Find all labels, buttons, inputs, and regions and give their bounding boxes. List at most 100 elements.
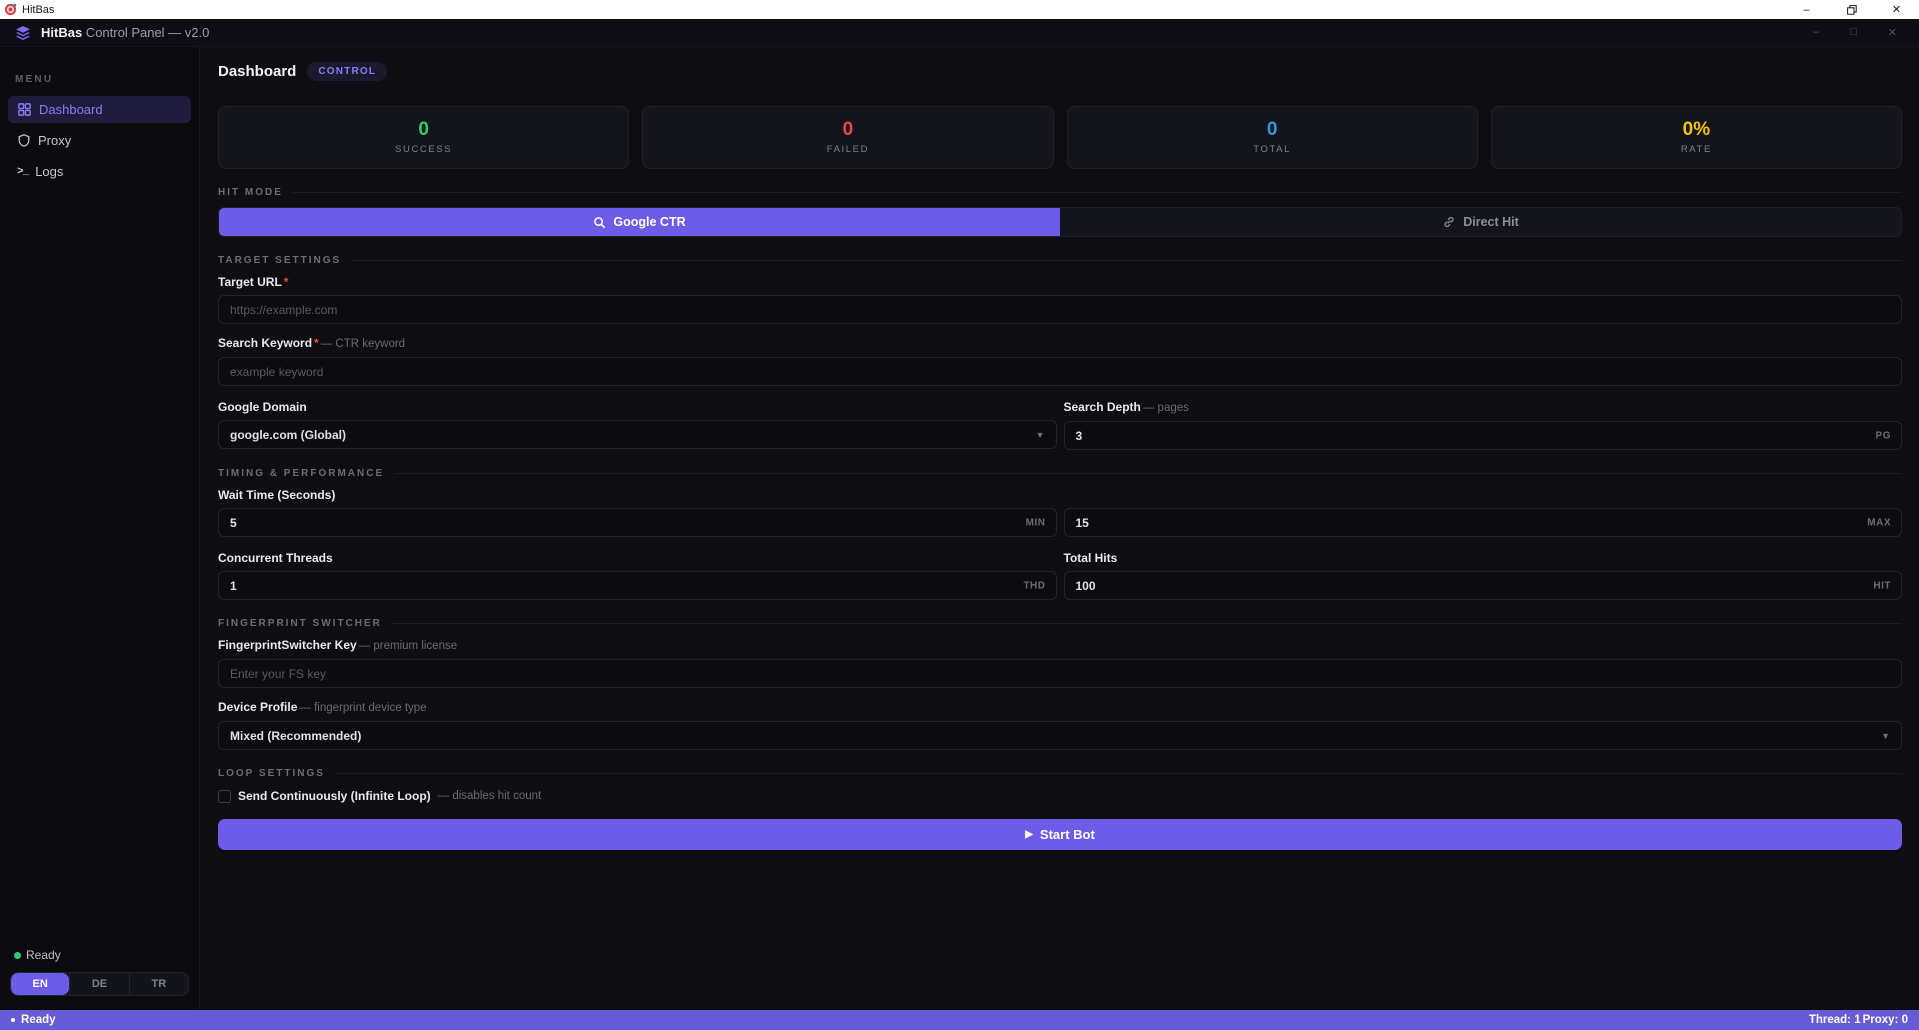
divider — [293, 192, 1902, 193]
search-icon — [593, 216, 606, 229]
status-dot-icon — [11, 1018, 15, 1022]
device-profile-label: Device Profile — fingerprint device type — [218, 700, 1902, 716]
close-icon[interactable]: ✕ — [1888, 26, 1897, 39]
os-titlebar: HitBas – ✕ — [0, 0, 1919, 19]
concurrent-threads-field: Concurrent Threads THD — [218, 551, 1057, 600]
sidebar-item-label: Proxy — [38, 133, 71, 148]
infinite-loop-option: Send Continuously (Infinite Loop) — disa… — [218, 788, 1902, 804]
concurrent-threads-input[interactable] — [218, 571, 1057, 600]
section-timing: TIMING & PERFORMANCE — [218, 468, 1902, 479]
language-button-en[interactable]: EN — [11, 973, 69, 995]
minimize-icon[interactable]: – — [1784, 0, 1829, 19]
direct-hit-mode-button[interactable]: Direct Hit — [1060, 208, 1901, 236]
divider — [351, 260, 1902, 261]
control-badge: CONTROL — [307, 62, 387, 81]
language-button-tr[interactable]: TR — [129, 973, 188, 995]
os-window-controls: – ✕ — [1784, 0, 1919, 19]
section-target-settings: TARGET SETTINGS — [218, 255, 1902, 266]
required-marker — [284, 275, 289, 290]
section-fingerprint: FINGERPRINT SWITCHER — [218, 618, 1902, 629]
main-content: Dashboard CONTROL 0 SUCCESS 0 FAILED 0 T… — [200, 47, 1919, 1010]
wait-time-max-input[interactable] — [1064, 508, 1903, 537]
target-url-input[interactable] — [218, 295, 1902, 324]
required-marker — [314, 336, 319, 351]
sidebar-item-dashboard[interactable]: Dashboard — [8, 96, 191, 123]
infinite-loop-hint: — disables hit count — [438, 788, 542, 804]
language-switcher: EN DE TR — [10, 972, 189, 996]
rate-label: RATE — [1681, 144, 1712, 155]
stat-card-success: 0 SUCCESS — [218, 106, 629, 169]
shield-icon — [17, 133, 31, 148]
search-depth-label: Search Depth — pages — [1064, 400, 1903, 416]
app-title: HitBas Control Panel — v2.0 — [41, 25, 209, 40]
maximize-icon[interactable]: □ — [1850, 26, 1857, 39]
sidebar-status-text: Ready — [26, 948, 61, 962]
sidebar-item-proxy[interactable]: Proxy — [8, 127, 191, 154]
sidebar-item-logs[interactable]: >_ Logs — [8, 158, 191, 185]
stat-card-total: 0 TOTAL — [1067, 106, 1478, 169]
stats-row: 0 SUCCESS 0 FAILED 0 TOTAL 0% RATE — [218, 106, 1902, 169]
fs-key-label: FingerprintSwitcher Key — premium licens… — [218, 638, 1902, 654]
close-icon[interactable]: ✕ — [1874, 0, 1919, 19]
menu-section-label: MENU — [15, 74, 184, 85]
sidebar-status: Ready — [14, 948, 185, 962]
infinite-loop-label: Send Continuously (Infinite Loop) — [238, 788, 431, 804]
rate-value: 0% — [1683, 120, 1710, 139]
link-icon — [1442, 215, 1456, 229]
stat-card-failed: 0 FAILED — [642, 106, 1053, 169]
google-domain-select[interactable]: google.com (Global) ▼ — [218, 420, 1057, 449]
page-title: Dashboard — [218, 63, 296, 80]
proxy-count: Proxy: 0 — [1863, 1014, 1908, 1026]
thd-suffix: THD — [1023, 580, 1045, 591]
total-label: TOTAL — [1253, 144, 1291, 155]
divider — [394, 473, 1902, 474]
minimize-icon[interactable]: – — [1813, 26, 1819, 39]
status-right: Thread: 1 Proxy: 0 — [1809, 1014, 1908, 1026]
status-left: Ready — [11, 1014, 56, 1026]
search-keyword-input[interactable] — [218, 357, 1902, 386]
search-depth-field: Search Depth — pages PG — [1064, 400, 1903, 450]
app-window-controls: – □ ✕ — [1813, 26, 1905, 39]
terminal-icon: >_ — [17, 166, 28, 178]
section-hit-mode: HIT MODE — [218, 187, 1902, 198]
google-domain-label: Google Domain — [218, 400, 1057, 415]
min-suffix: MIN — [1026, 517, 1046, 528]
sidebar-item-label: Dashboard — [39, 102, 103, 117]
wait-time-min-input[interactable] — [218, 508, 1057, 537]
search-depth-suffix: PG — [1876, 430, 1891, 441]
language-button-de[interactable]: DE — [69, 973, 128, 995]
status-bar: Ready Thread: 1 Proxy: 0 — [0, 1010, 1919, 1030]
grid-icon — [17, 102, 32, 117]
hit-suffix: HIT — [1873, 580, 1891, 591]
search-keyword-label: Search Keyword — CTR keyword — [218, 336, 1902, 352]
os-window-title: HitBas — [22, 4, 54, 16]
success-count: 0 — [418, 120, 429, 139]
stat-card-rate: 0% RATE — [1491, 106, 1902, 169]
layers-icon — [15, 25, 31, 41]
play-icon: ▶ — [1025, 829, 1033, 840]
ready-dot-icon — [14, 952, 21, 959]
total-count: 0 — [1267, 120, 1278, 139]
hit-mode-toggle: Google CTR Direct Hit — [218, 207, 1902, 237]
total-hits-input[interactable] — [1064, 571, 1903, 600]
device-profile-select[interactable]: Mixed (Recommended) ▼ — [218, 721, 1902, 750]
chevron-down-icon: ▼ — [1881, 731, 1890, 741]
infinite-loop-checkbox[interactable] — [218, 790, 231, 803]
fs-key-input[interactable] — [218, 659, 1902, 688]
google-domain-field: Google Domain google.com (Global) ▼ — [218, 400, 1057, 450]
target-icon — [4, 3, 17, 16]
section-loop-settings: LOOP SETTINGS — [218, 768, 1902, 779]
divider — [335, 773, 1902, 774]
start-bot-button[interactable]: ▶ Start Bot — [218, 819, 1902, 850]
concurrent-threads-label: Concurrent Threads — [218, 551, 1057, 566]
sidebar-item-label: Logs — [35, 164, 63, 179]
search-depth-input[interactable] — [1064, 421, 1903, 450]
wait-time-label: Wait Time (Seconds) — [218, 488, 1902, 503]
chevron-down-icon: ▼ — [1036, 430, 1045, 440]
status-text: Ready — [21, 1014, 56, 1026]
app-header: HitBas Control Panel — v2.0 – □ ✕ — [0, 19, 1919, 47]
max-suffix: MAX — [1867, 517, 1891, 528]
google-ctr-mode-button[interactable]: Google CTR — [219, 208, 1060, 236]
page-header: Dashboard CONTROL — [218, 62, 1902, 81]
restore-icon[interactable] — [1829, 0, 1874, 19]
